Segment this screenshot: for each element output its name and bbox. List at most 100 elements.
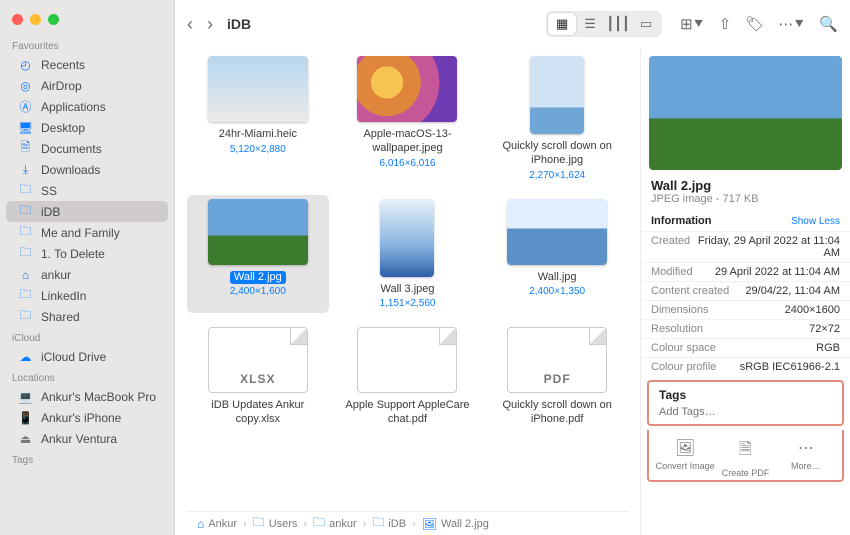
document-icon — [357, 327, 457, 393]
quick-action-create-pdf[interactable]: 🗎Create PDF — [715, 438, 775, 478]
sidebar-item-ankur[interactable]: ⌂ankur — [6, 264, 168, 285]
search-button[interactable]: 🔍 — [819, 15, 838, 33]
folder-icon: 🗀 — [18, 288, 33, 303]
file-tile[interactable]: Wall.jpg2,400×1,350 — [486, 195, 628, 314]
doc-icon: 🗎 — [18, 141, 33, 156]
list-view-button[interactable]: ☰ — [576, 13, 604, 35]
view-switcher: ▦ ☰ ┃┃┃ ▭ — [546, 11, 662, 37]
sidebar-item-label: iDB — [41, 205, 60, 219]
sidebar-item-ankur-s-iphone[interactable]: 📱Ankur's iPhone — [6, 407, 168, 428]
zoom-window-button[interactable] — [48, 14, 59, 25]
disk-icon: ⏏ — [18, 431, 33, 446]
sidebar-item-idb[interactable]: 🗀iDB — [6, 201, 168, 222]
share-button[interactable]: ⇧ — [719, 15, 732, 33]
download-icon: ⤓ — [18, 162, 33, 177]
folder-icon: ⌂ — [197, 517, 204, 531]
tags-button[interactable]: 🏷 — [745, 15, 764, 33]
sidebar-item-label: Desktop — [41, 121, 85, 135]
sidebar-item-label: Downloads — [41, 163, 100, 177]
tags-heading: Tags — [659, 388, 832, 402]
path-crumb[interactable]: ⌂Ankur — [197, 517, 237, 531]
clock-icon: ◴ — [18, 57, 33, 72]
close-window-button[interactable] — [12, 14, 23, 25]
file-tile[interactable]: Wall 2.jpg2,400×1,600 — [187, 195, 329, 314]
group-by-button[interactable]: ⊞⯆ — [680, 15, 705, 33]
icon-view-button[interactable]: ▦ — [548, 13, 576, 35]
image-thumbnail — [208, 56, 308, 122]
chevron-right-icon — [301, 518, 309, 530]
sidebar-item-1-to-delete[interactable]: 🗀 1. To Delete — [6, 243, 168, 264]
file-name-label: Wall.jpg — [538, 271, 577, 285]
more-icon: ⋯ — [798, 438, 814, 458]
folder-icon: 🗀 — [18, 246, 33, 261]
file-dimensions-label: 6,016×6,016 — [380, 158, 436, 169]
quick-action-label: More… — [791, 461, 821, 471]
path-crumb[interactable]: 🗀 Users — [253, 513, 298, 534]
sidebar-item-label: 1. To Delete — [41, 247, 105, 261]
actions-button[interactable]: ⋯⯆ — [778, 15, 805, 33]
sidebar-item-label: AirDrop — [41, 79, 82, 93]
file-tile[interactable]: Wall 3.jpeg1,151×2,560 — [337, 195, 479, 314]
sidebar-item-airdrop[interactable]: ◎ AirDrop — [6, 75, 168, 96]
sidebar-item-ankur-ventura[interactable]: ⏏Ankur Ventura — [6, 428, 168, 449]
file-tile[interactable]: Apple-macOS-13-wallpaper.jpeg6,016×6,016 — [337, 52, 479, 185]
file-tile[interactable]: Apple Support AppleCare chat.pdf — [337, 323, 479, 431]
minimize-window-button[interactable] — [30, 14, 41, 25]
sidebar-item-desktop[interactable]: 🖥Desktop — [6, 117, 168, 138]
gallery-view-button[interactable]: ▭ — [632, 13, 660, 35]
sidebar-item-recents[interactable]: ◴ Recents — [6, 54, 168, 75]
path-crumb[interactable]: 🗀ankur — [313, 513, 357, 534]
file-name-label: Wall 3.jpeg — [380, 283, 434, 297]
sidebar-item-applications[interactable]: ⒶApplications — [6, 96, 168, 117]
sidebar-item-label: Recents — [41, 58, 85, 72]
info-row: Colour profilesRGB IEC61966-2.1 — [641, 357, 850, 376]
folder-icon: 🗀 — [18, 183, 33, 198]
chevron-right-icon — [410, 518, 418, 530]
sidebar-item-shared[interactable]: 🗀Shared — [6, 306, 168, 327]
inspector-subtitle: JPEG image - 717 KB — [641, 193, 850, 211]
quick-action-convert-image[interactable]: 🖼Convert Image — [655, 438, 715, 478]
sidebar-item-linkedin[interactable]: 🗀LinkedIn — [6, 285, 168, 306]
add-tags-input[interactable] — [659, 406, 832, 418]
image-thumbnail — [357, 56, 457, 122]
file-dimensions-label: 1,151×2,560 — [380, 298, 436, 309]
main-pane: ‹ › iDB ▦ ☰ ┃┃┃ ▭ ⊞⯆ ⇧ 🏷 ⋯⯆ 🔍 24hr-Miami… — [175, 0, 850, 535]
sidebar-item-ss[interactable]: 🗀 SS — [6, 180, 168, 201]
path-crumb[interactable]: 🗀iDB — [372, 513, 406, 534]
sidebar-item-icloud-drive[interactable]: ☁iCloud Drive — [6, 346, 168, 367]
laptop-icon: 💻 — [18, 389, 33, 404]
sidebar-item-me-and-family[interactable]: 🗀Me and Family — [6, 222, 168, 243]
info-row: Modified29 April 2022 at 11:04 AM — [641, 262, 850, 281]
info-value: Friday, 29 April 2022 at 11:04 AM — [690, 235, 840, 259]
path-crumb-label: Users — [269, 518, 298, 530]
quick-action-more-[interactable]: ⋯ More… — [776, 438, 836, 478]
file-tile[interactable]: Quickly scroll down on iPhone.jpg2,270×1… — [486, 52, 628, 185]
inspector-filename: Wall 2.jpg — [641, 178, 850, 193]
info-key: Colour profile — [651, 361, 716, 373]
sidebar-heading: Locations — [0, 367, 174, 386]
sidebar-item-ankur-s-macbook-pro[interactable]: 💻Ankur's MacBook Pro — [6, 386, 168, 407]
column-view-button[interactable]: ┃┃┃ — [604, 13, 632, 35]
sidebar: Favourites ◴ Recents ◎ AirDrop ⒶApplications🖥… — [0, 0, 175, 535]
airdrop-icon: ◎ — [18, 78, 33, 93]
home-icon: ⌂ — [18, 267, 33, 282]
back-button[interactable]: ‹ — [187, 14, 193, 35]
quick-actions: 🖼Convert Image🗎Create PDF ⋯ More… — [647, 430, 844, 482]
sidebar-item-downloads[interactable]: ⤓ Downloads — [6, 159, 168, 180]
file-dimensions-label: 2,400×1,350 — [529, 286, 585, 297]
path-crumb[interactable]: 🖼Wall 2.jpg — [422, 517, 489, 531]
forward-button[interactable]: › — [207, 14, 213, 35]
file-tile[interactable]: 24hr-Miami.heic5,120×2,880 — [187, 52, 329, 185]
show-less-link[interactable]: Show Less — [791, 216, 840, 227]
info-value: 29 April 2022 at 11:04 AM — [715, 266, 840, 278]
document-icon: XLSX — [208, 327, 308, 393]
file-grid-area: 24hr-Miami.heic5,120×2,880Apple-macOS-13… — [175, 48, 640, 535]
sidebar-heading: Favourites — [0, 35, 174, 54]
sidebar-item-label: SS — [41, 184, 57, 198]
sidebar-item-documents[interactable]: 🗎Documents — [6, 138, 168, 159]
info-row: CreatedFriday, 29 April 2022 at 11:04 AM — [641, 231, 850, 262]
file-tile[interactable]: XLSXiDB Updates Ankur copy.xlsx — [187, 323, 329, 431]
folder-icon: 🗀 — [253, 513, 265, 534]
file-tile[interactable]: PDFQuickly scroll down on iPhone.pdf — [486, 323, 628, 431]
path-bar: ⌂Ankur 🗀 Users 🗀ankur 🗀iDB 🖼Wall 2.jpg — [187, 511, 628, 535]
